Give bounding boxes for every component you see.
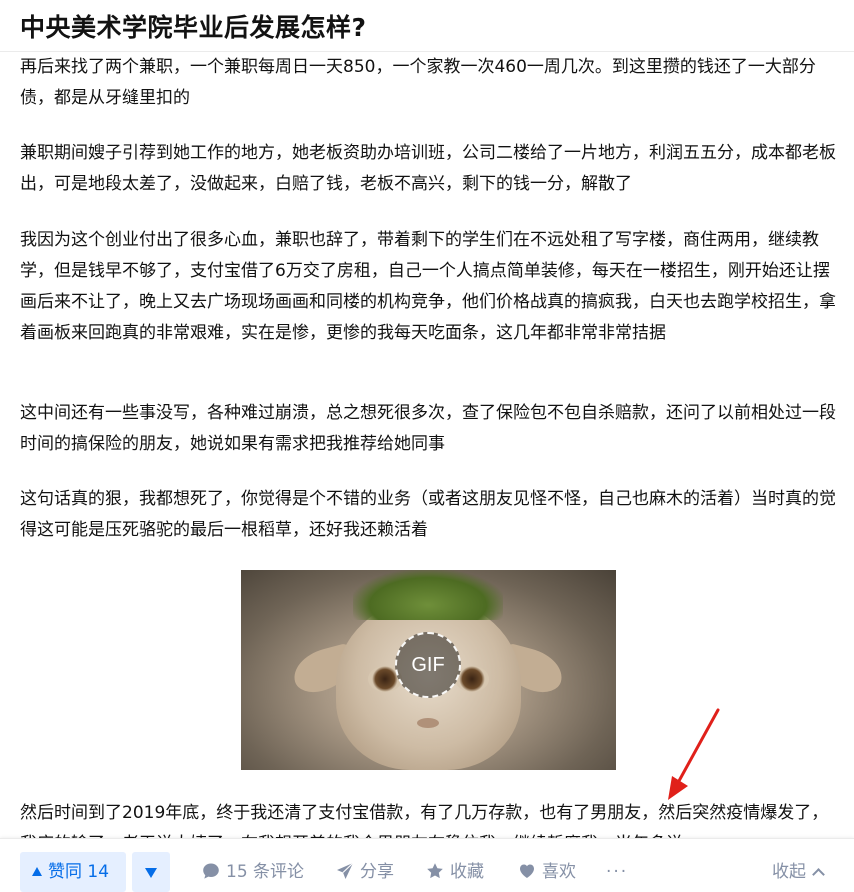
comments-label: 15 条评论: [226, 862, 305, 882]
like-button[interactable]: 喜欢: [518, 852, 576, 892]
red-arrow-annotation: [668, 708, 720, 800]
comments-button[interactable]: 15 条评论: [202, 852, 304, 892]
creature-mouth: [417, 718, 439, 728]
favorite-button[interactable]: 收藏: [426, 852, 484, 892]
like-label: 喜欢: [542, 862, 576, 882]
paper-plane-icon: [337, 862, 354, 879]
vote-up-label: 赞同 14: [48, 862, 110, 882]
creature-moss: [353, 570, 503, 620]
answer-paragraph: 兼职期间嫂子引荐到她工作的地方，她老板资助办培训班，公司二楼给了一片地方，利润五…: [20, 143, 836, 194]
comment-bubble-icon: [203, 863, 219, 879]
answer-content: 再后来找了两个兼职，一个兼职每周日一天850，一个家教一次460一周几次。到这里…: [20, 52, 840, 838]
vote-down-button[interactable]: [132, 852, 170, 892]
gif-play-badge[interactable]: GIF: [395, 632, 461, 698]
answer-paragraph: 我因为这个创业付出了很多心血，兼职也辞了，带着剩下的学生们在不远处租了写字楼，商…: [20, 230, 836, 343]
triangle-up-icon: [32, 867, 42, 876]
question-header: 中央美术学院毕业后发展怎样?: [0, 0, 854, 52]
favorite-label: 收藏: [450, 862, 484, 882]
question-title[interactable]: 中央美术学院毕业后发展怎样?: [20, 8, 367, 44]
gif-image[interactable]: GIF: [241, 570, 616, 770]
answer-paragraph: 这句话真的狠，我都想死了，你觉得是个不错的业务（或者这朋友见怪不怪，自己也麻木的…: [20, 489, 836, 540]
vote-up-button[interactable]: 赞同 14: [20, 852, 126, 892]
answer-paragraph: 再后来找了两个兼职，一个兼职每周日一天850，一个家教一次460一周几次。到这里…: [20, 57, 816, 108]
star-icon: [427, 863, 443, 879]
collapse-button[interactable]: 收起: [772, 852, 825, 892]
answer-paragraph: 然后时间到了2019年底，终于我还清了支付宝借款，有了几万存款，也有了男朋友，然…: [20, 803, 829, 838]
triangle-down-icon: [145, 868, 157, 878]
chevron-up-icon: [812, 868, 825, 881]
answer-paragraph: 这中间还有一些事没写，各种难过崩溃，总之想死很多次，查了保险包不包自杀赔款，还问…: [20, 403, 836, 454]
collapse-label: 收起: [772, 862, 806, 882]
share-button[interactable]: 分享: [336, 852, 394, 892]
heart-icon: [520, 864, 534, 878]
share-label: 分享: [360, 862, 394, 882]
answer-action-bar: 赞同 14 15 条评论 分享 收藏 喜欢 ··· 收起: [0, 838, 854, 892]
more-button[interactable]: ···: [606, 852, 628, 892]
